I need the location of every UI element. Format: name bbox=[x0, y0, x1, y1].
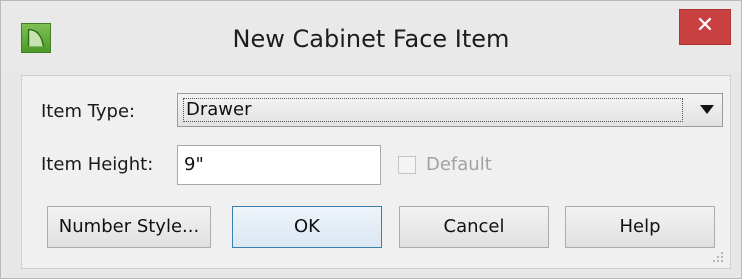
dialog-body: Item Type: Drawer Item Height: 9" Defaul… bbox=[21, 75, 731, 269]
close-button[interactable]: ✕ bbox=[679, 9, 731, 45]
ok-button[interactable]: OK bbox=[232, 206, 382, 248]
number-style-button[interactable]: Number Style... bbox=[47, 206, 211, 248]
close-icon: ✕ bbox=[695, 13, 715, 38]
dialog-window: New Cabinet Face Item ✕ Item Type: Drawe… bbox=[0, 0, 742, 279]
dialog-title: New Cabinet Face Item bbox=[232, 25, 510, 53]
default-checkbox-label: Default bbox=[426, 154, 492, 175]
item-height-input[interactable]: 9" bbox=[177, 145, 381, 185]
cancel-button[interactable]: Cancel bbox=[399, 206, 549, 248]
chevron-down-icon bbox=[700, 105, 714, 114]
item-height-label: Item Height: bbox=[41, 154, 154, 175]
item-type-selected-value: Drawer bbox=[183, 98, 683, 122]
item-type-label: Item Type: bbox=[41, 101, 136, 122]
default-checkbox[interactable] bbox=[398, 156, 416, 174]
help-button[interactable]: Help bbox=[565, 206, 715, 248]
resize-grip-icon[interactable] bbox=[712, 251, 724, 263]
item-type-dropdown[interactable]: Drawer bbox=[177, 93, 723, 127]
title-bar[interactable]: New Cabinet Face Item ✕ bbox=[1, 1, 741, 71]
